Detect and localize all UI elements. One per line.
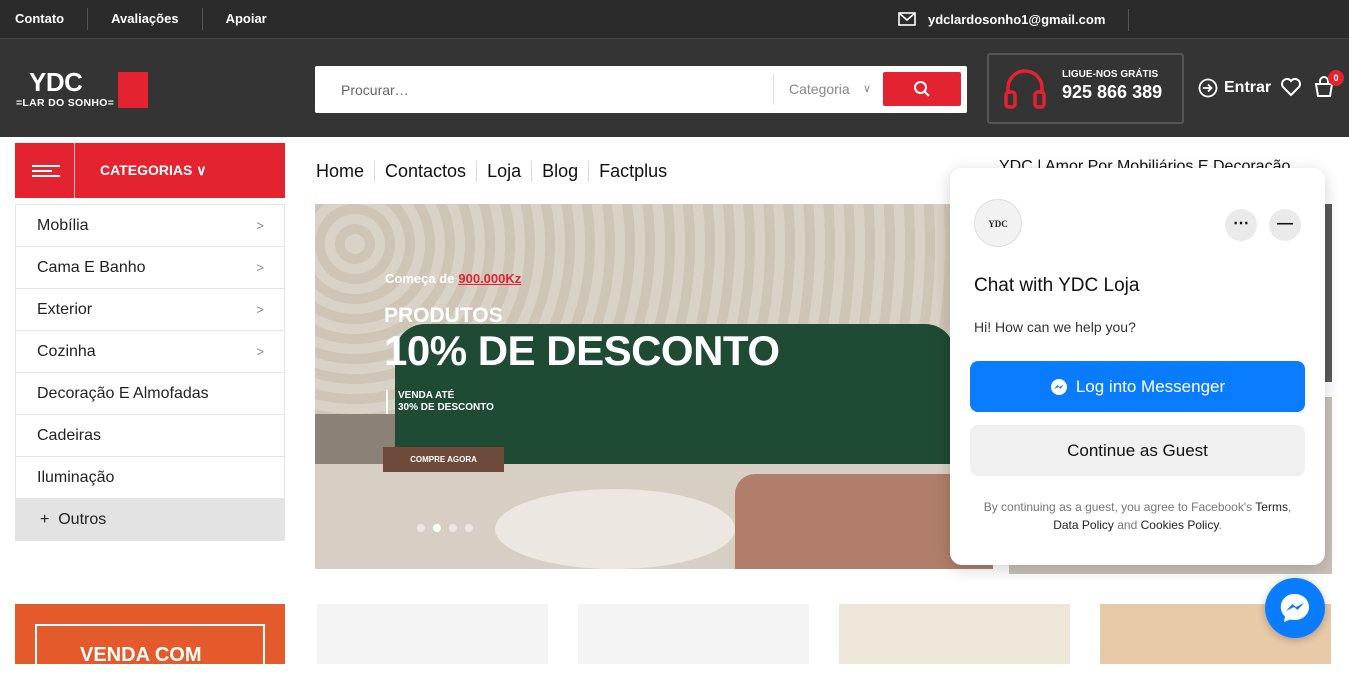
legal-notice: By continuing as a guest, you agree to F… [983, 500, 1292, 532]
login-label: Entrar [1224, 79, 1272, 96]
main-header: YDC =LAR DO SONHO= Categoria ∨ LIGUE-NOS… [0, 38, 1349, 137]
product-card[interactable] [839, 604, 1070, 664]
cart-count-badge: 0 [1328, 70, 1344, 86]
chevron-down-icon: ∨ [862, 83, 871, 95]
shop-now-button[interactable]: COMPRE AGORA [383, 447, 504, 472]
search-input[interactable] [315, 66, 773, 113]
categories-label: CATEGORIAS ∨ [100, 162, 207, 178]
category-item-iluminacao[interactable]: Iluminação [16, 457, 284, 499]
categories-toggle[interactable]: CATEGORIAS ∨ [15, 143, 285, 198]
page-avatar: YDC [974, 199, 1022, 247]
plus-icon: + [40, 511, 50, 528]
carousel-dot-active[interactable] [433, 524, 441, 532]
category-select-label: Categoria [789, 81, 850, 97]
call-phone: 925 866 389 [1062, 82, 1163, 102]
nav-contactos[interactable]: Contactos [375, 160, 478, 182]
chat-subtitle: Hi! How can we help you? [974, 319, 1136, 335]
top-link-avaliacoes[interactable]: Avaliações [96, 9, 193, 29]
carousel-dot[interactable] [465, 524, 473, 532]
call-box[interactable]: LIGUE-NOS GRÁTIS 925 866 389 [987, 53, 1184, 124]
carousel-dot[interactable] [449, 524, 457, 532]
chevron-right-icon: > [256, 218, 264, 233]
chevron-right-icon: > [256, 344, 264, 359]
continue-as-guest-button[interactable]: Continue as Guest [970, 425, 1305, 476]
call-title: LIGUE-NOS GRÁTIS [1062, 69, 1159, 80]
wishlist-button[interactable] [1280, 77, 1302, 102]
menu-icon [15, 143, 75, 198]
log-into-messenger-button[interactable]: Log into Messenger [970, 361, 1305, 412]
hero-subtitle: PRODUTOS [384, 304, 503, 327]
mail-icon [898, 12, 916, 26]
nav-home[interactable]: Home [315, 160, 376, 182]
chat-title: Chat with YDC Loja [974, 275, 1140, 296]
category-item-mobilia[interactable]: Mobília > [16, 205, 284, 247]
divider [87, 8, 89, 30]
chat-widget: YDC ⋯ — Chat with YDC Loja Hi! How can w… [950, 168, 1325, 565]
email-text: ydclardosonho1@gmail.com [928, 11, 1106, 27]
hero-banner[interactable]: Começa de 900.000Kz PRODUTOS 10% DE DESCO… [315, 204, 993, 569]
cookies-policy-link[interactable]: Cookies Policy [1141, 518, 1219, 532]
carousel-dots [417, 524, 473, 532]
more-options-button[interactable]: ⋯ [1225, 209, 1257, 241]
top-link-apoiar[interactable]: Apoiar [211, 9, 282, 29]
messenger-chat-button[interactable] [1265, 578, 1325, 638]
search-button[interactable] [883, 72, 961, 106]
data-policy-link[interactable]: Data Policy [1053, 518, 1114, 532]
chevron-right-icon: > [256, 260, 264, 275]
login-icon [1198, 78, 1218, 98]
category-item-cama-e-banho[interactable]: Cama E Banho > [16, 247, 284, 289]
messenger-icon [1280, 593, 1309, 622]
category-item-exterior[interactable]: Exterior > [16, 289, 284, 331]
divider [201, 8, 203, 30]
product-card[interactable] [317, 604, 548, 664]
terms-link[interactable]: Terms [1255, 500, 1288, 514]
logo-main-text: YDC [29, 67, 83, 97]
categories-list: Mobília > Cama E Banho > Exterior > Cozinha… [15, 204, 285, 541]
top-links: Contato Avaliações Apoiar [0, 0, 282, 38]
headphones-icon [1004, 69, 1046, 109]
top-bar: Contato Avaliações Apoiar ydclardosonho1… [0, 0, 1349, 38]
nav-factplus[interactable]: Factplus [589, 161, 677, 182]
email-contact[interactable]: ydclardosonho1@gmail.com [898, 0, 1105, 38]
search-icon [914, 81, 930, 97]
hero-starts-from: Começa de 900.000Kz [385, 271, 522, 286]
category-item-cadeiras[interactable]: Cadeiras [16, 415, 284, 457]
nav-loja[interactable]: Loja [477, 160, 533, 182]
heart-icon [1281, 78, 1301, 97]
category-item-outros[interactable]: + Outros [16, 499, 284, 540]
log-into-messenger-label: Log into Messenger [1075, 376, 1226, 396]
category-select[interactable]: Categoria ∨ [773, 74, 883, 105]
cart-button[interactable]: 0 [1313, 70, 1344, 103]
top-link-contato[interactable]: Contato [0, 9, 79, 29]
category-item-cozinha[interactable]: Cozinha > [16, 331, 284, 373]
nav-blog[interactable]: Blog [532, 160, 590, 182]
minimize-button[interactable]: — [1269, 209, 1301, 241]
promo-banner[interactable]: VENDA COM [15, 604, 285, 674]
hero-sale-note: VENDA ATÉ 30% DE DESCONTO [386, 390, 494, 414]
main-nav: Home Contactos Loja Blog Factplus [315, 158, 677, 184]
divider [1128, 9, 1129, 31]
hero-title: 10% DE DESCONTO [384, 327, 780, 374]
search-bar: Categoria ∨ [315, 66, 967, 113]
hero-table [495, 489, 735, 569]
logo-tagline: =LAR DO SONHO= [16, 97, 115, 109]
login-link[interactable]: Entrar [1198, 78, 1271, 98]
hero-price: 900.000Kz [458, 271, 522, 286]
carousel-dot[interactable] [417, 524, 425, 532]
logo-mark [118, 72, 148, 108]
product-card[interactable] [578, 604, 809, 664]
messenger-icon [1050, 378, 1067, 395]
site-logo[interactable]: YDC =LAR DO SONHO= [16, 67, 150, 115]
category-item-decoracao[interactable]: Decoração E Almofadas [16, 373, 284, 415]
chevron-right-icon: > [256, 302, 264, 317]
